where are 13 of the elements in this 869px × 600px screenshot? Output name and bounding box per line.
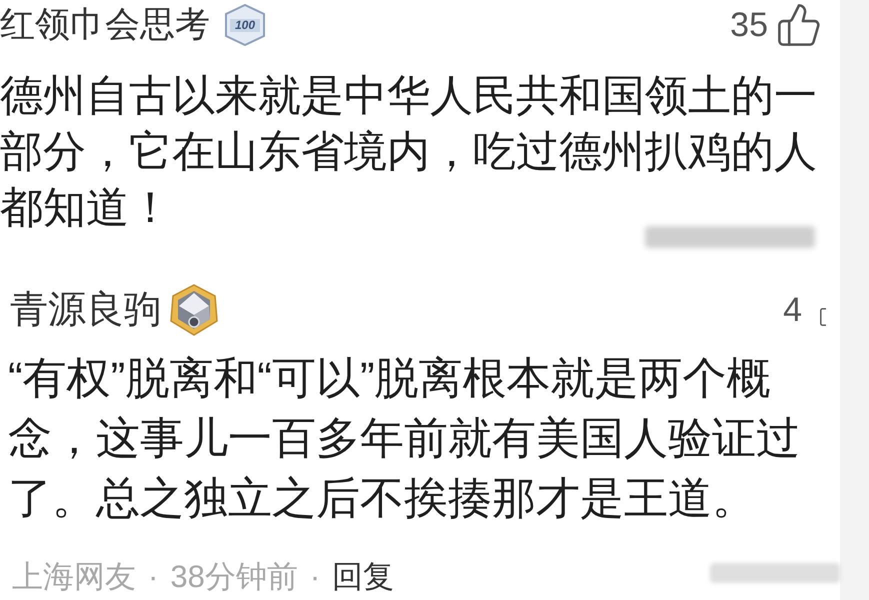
like-button[interactable]: 4 bbox=[783, 290, 826, 330]
comment-text: 德州自古以来就是中华人民共和国领土的一部分，它在山东省境内，吃过德州扒鸡的人都知道！ bbox=[0, 71, 818, 234]
username[interactable]: 青源良驹 bbox=[10, 285, 162, 335]
username[interactable]: 红领巾会思考 bbox=[0, 0, 210, 50]
separator-dot: · bbox=[310, 558, 320, 596]
like-button[interactable]: 35 bbox=[730, 4, 820, 46]
separator-dot: · bbox=[148, 558, 158, 596]
reply-link[interactable]: 回复 bbox=[332, 557, 394, 597]
comment-meta: 38分钟前 bbox=[170, 558, 298, 596]
level-badge: 100 bbox=[224, 4, 266, 46]
comment-meta: 上海网友 bbox=[12, 558, 136, 596]
medal-icon bbox=[168, 284, 220, 336]
comment-text: “有权”脱离和“可以”脱离根本就是两个概念，这事儿一百多年前就有美国人验证过了。总之独立之后不挨揍那才是王道。 bbox=[8, 353, 801, 525]
